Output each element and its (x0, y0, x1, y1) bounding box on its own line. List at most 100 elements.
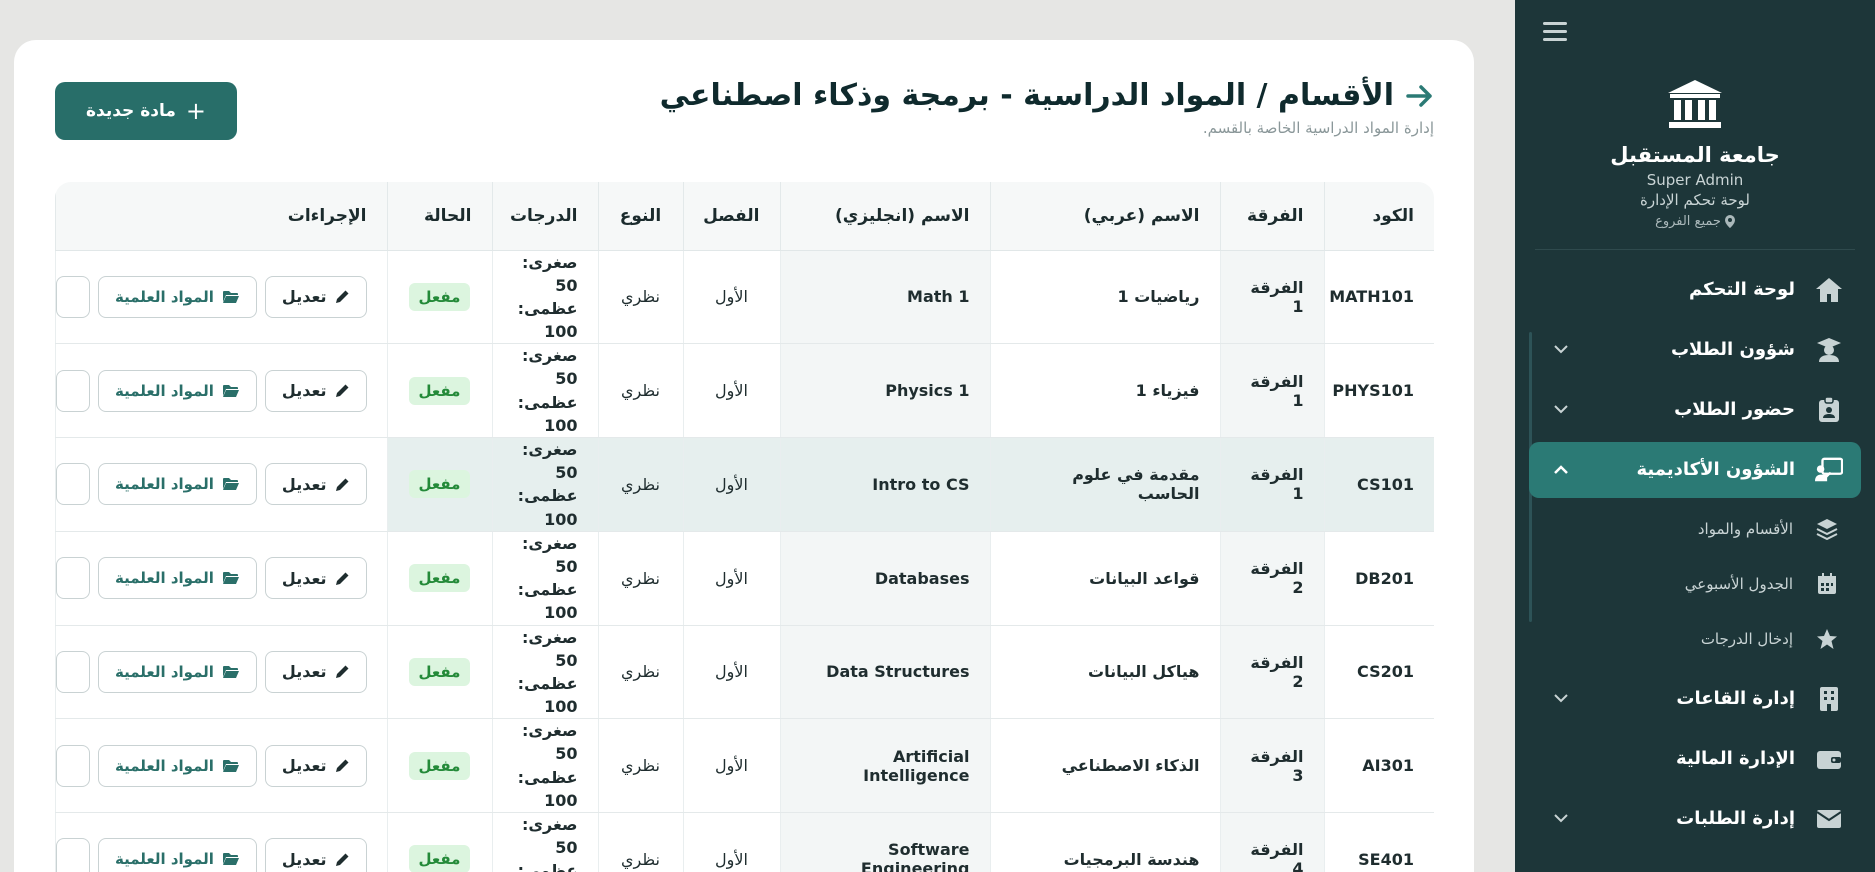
submenu-item-weekly-schedule[interactable]: الجدول الأسبوعي (1529, 557, 1861, 612)
materials-label: المواد العلمية (114, 475, 214, 494)
back-arrow-icon[interactable] (1404, 81, 1434, 111)
chevron-down-icon (1551, 400, 1571, 420)
edit-label: تعديل (281, 662, 327, 682)
sidebar-item-academic-affairs[interactable]: الشؤون الأكاديمية (1529, 441, 1861, 498)
materials-label: المواد العلمية (114, 381, 214, 400)
cell-actions: تعديل المواد العلمية (55, 718, 387, 813)
add-subject-button[interactable]: + مادة جديدة (55, 82, 237, 140)
calendar-icon (1815, 572, 1839, 596)
more-actions-button[interactable] (55, 650, 90, 693)
row-actions: تعديل المواد العلمية (55, 838, 387, 872)
cell-level: الفرقة 1 (1219, 437, 1324, 532)
sidebar-item-halls[interactable]: إدارة القاعات (1529, 671, 1861, 727)
cell-type: نظري (597, 718, 683, 813)
edit-button[interactable]: تعديل (264, 369, 367, 412)
cell-level: الفرقة 2 (1219, 531, 1324, 626)
pencil-icon (335, 572, 348, 585)
cell-type: نظري (597, 625, 683, 720)
cell-name-ar: قواعد البيانات (989, 531, 1220, 626)
status-badge: مفعل (408, 845, 471, 872)
folder-open-icon (222, 290, 239, 303)
folder-open-icon (222, 384, 239, 397)
cell-status: مفعل (386, 531, 492, 626)
table-row[interactable]: MATH101 الفرقة 1 رياضيات 1 Math 1 الأول … (55, 250, 1434, 345)
table-row[interactable]: AI301 الفرقة 3 الذكاء الاصطناعي Artifici… (55, 718, 1434, 813)
folder-open-icon (222, 572, 239, 585)
edit-button[interactable]: تعديل (264, 650, 367, 693)
clipboard-icon (1815, 396, 1843, 424)
more-actions-button[interactable] (55, 744, 90, 787)
menu-toggle-icon[interactable] (1543, 22, 1567, 44)
column-header-semester[interactable]: الفصل (682, 182, 780, 251)
column-header-status[interactable]: الحالة (386, 182, 492, 251)
grade-min: صغرى: 50 (521, 440, 578, 483)
edit-button[interactable]: تعديل (264, 275, 367, 318)
cell-type: نظري (597, 812, 683, 872)
panel-label: لوحة تحكم الإدارة (1640, 190, 1750, 209)
materials-button[interactable]: المواد العلمية (97, 369, 257, 412)
sidebar-item-student-affairs[interactable]: شؤون الطلاب (1529, 322, 1861, 378)
pencil-icon (335, 665, 348, 679)
cell-actions: تعديل المواد العلمية (55, 250, 387, 345)
sidebar-item-finance[interactable]: الإدارة المالية (1529, 731, 1861, 787)
table-row[interactable]: SE401 الفرقة 4 هندسة البرمجيات Software … (55, 812, 1434, 872)
column-header-grades[interactable]: الدرجات (491, 182, 598, 251)
cell-name-ar: فيزياء 1 (989, 343, 1220, 438)
sidebar: جامعة المستقبل Super Admin لوحة تحكم الإ… (1515, 0, 1875, 872)
branch-selector[interactable]: جميع الفروع (1515, 214, 1875, 229)
column-header-code[interactable]: الكود (1323, 182, 1434, 251)
sidebar-item-dashboard[interactable]: لوحة التحكم (1529, 262, 1861, 318)
building-icon (1815, 685, 1843, 713)
column-header-level[interactable]: الفرقة (1219, 182, 1324, 251)
edit-label: تعديل (281, 568, 327, 588)
table-row[interactable]: PHYS101 الفرقة 1 فيزياء 1 Physics 1 الأو… (55, 343, 1434, 438)
more-actions-button[interactable] (55, 463, 90, 506)
cell-name-en: Artificial Intelligence (779, 718, 990, 813)
submenu-item-label: الأقسام والمواد (1697, 520, 1793, 539)
table-row[interactable]: CS101 الفرقة 1 مقدمة في علوم الحاسب Intr… (55, 437, 1434, 532)
cell-name-ar: مقدمة في علوم الحاسب (989, 437, 1220, 532)
column-header-name-ar[interactable]: الاسم (عربي) (989, 182, 1220, 251)
materials-button[interactable]: المواد العلمية (97, 650, 257, 693)
column-header-name-en[interactable]: الاسم (انجليزي) (779, 182, 990, 251)
cell-status: مفعل (386, 437, 492, 532)
edit-button[interactable]: تعديل (264, 557, 367, 600)
cell-grades: صغرى: 50 عظمى: 100 (491, 812, 598, 872)
materials-button[interactable]: المواد العلمية (97, 463, 257, 506)
column-header-type[interactable]: النوع (597, 182, 683, 251)
more-actions-button[interactable] (55, 838, 90, 872)
more-actions-button[interactable] (55, 369, 90, 412)
row-actions: تعديل المواد العلمية (55, 650, 387, 693)
status-badge: مفعل (408, 564, 471, 593)
grade-min: صغرى: 50 (521, 533, 578, 576)
materials-button[interactable]: المواد العلمية (97, 275, 257, 318)
grade-min: صغرى: 50 (521, 815, 578, 858)
cell-code: DB201 (1323, 531, 1434, 626)
table-row[interactable]: DB201 الفرقة 2 قواعد البيانات Databases … (55, 531, 1434, 626)
grade-min: صغرى: 50 (521, 627, 578, 670)
envelope-icon (1815, 805, 1843, 833)
home-icon (1815, 276, 1843, 304)
subjects-table-container[interactable]: الكود الفرقة الاسم (عربي) الاسم (انجليزي… (55, 182, 1434, 872)
row-actions: تعديل المواد العلمية (55, 463, 387, 506)
materials-label: المواد العلمية (114, 662, 214, 681)
table-row[interactable]: CS201 الفرقة 2 هياكل البيانات Data Struc… (55, 625, 1434, 720)
sidebar-item-requests[interactable]: إدارة الطلبات (1529, 791, 1861, 847)
edit-button[interactable]: تعديل (264, 838, 367, 872)
submenu-item-label: إدخال الدرجات (1700, 630, 1793, 649)
materials-button[interactable]: المواد العلمية (97, 557, 257, 600)
cell-semester: الأول (682, 343, 780, 438)
branch-label: جميع الفروع (1655, 213, 1721, 229)
cell-status: مفعل (386, 625, 492, 720)
submenu-item-departments[interactable]: الأقسام والمواد (1529, 502, 1861, 557)
more-actions-button[interactable] (55, 275, 90, 318)
materials-button[interactable]: المواد العلمية (97, 838, 257, 872)
cell-actions: تعديل المواد العلمية (55, 437, 387, 532)
cell-type: نظري (597, 437, 683, 532)
materials-button[interactable]: المواد العلمية (97, 744, 257, 787)
submenu-item-grades-entry[interactable]: إدخال الدرجات (1529, 612, 1861, 667)
edit-button[interactable]: تعديل (264, 463, 367, 506)
sidebar-item-attendance[interactable]: حضور الطلاب (1529, 382, 1861, 438)
more-actions-button[interactable] (55, 557, 90, 600)
edit-button[interactable]: تعديل (264, 744, 367, 787)
